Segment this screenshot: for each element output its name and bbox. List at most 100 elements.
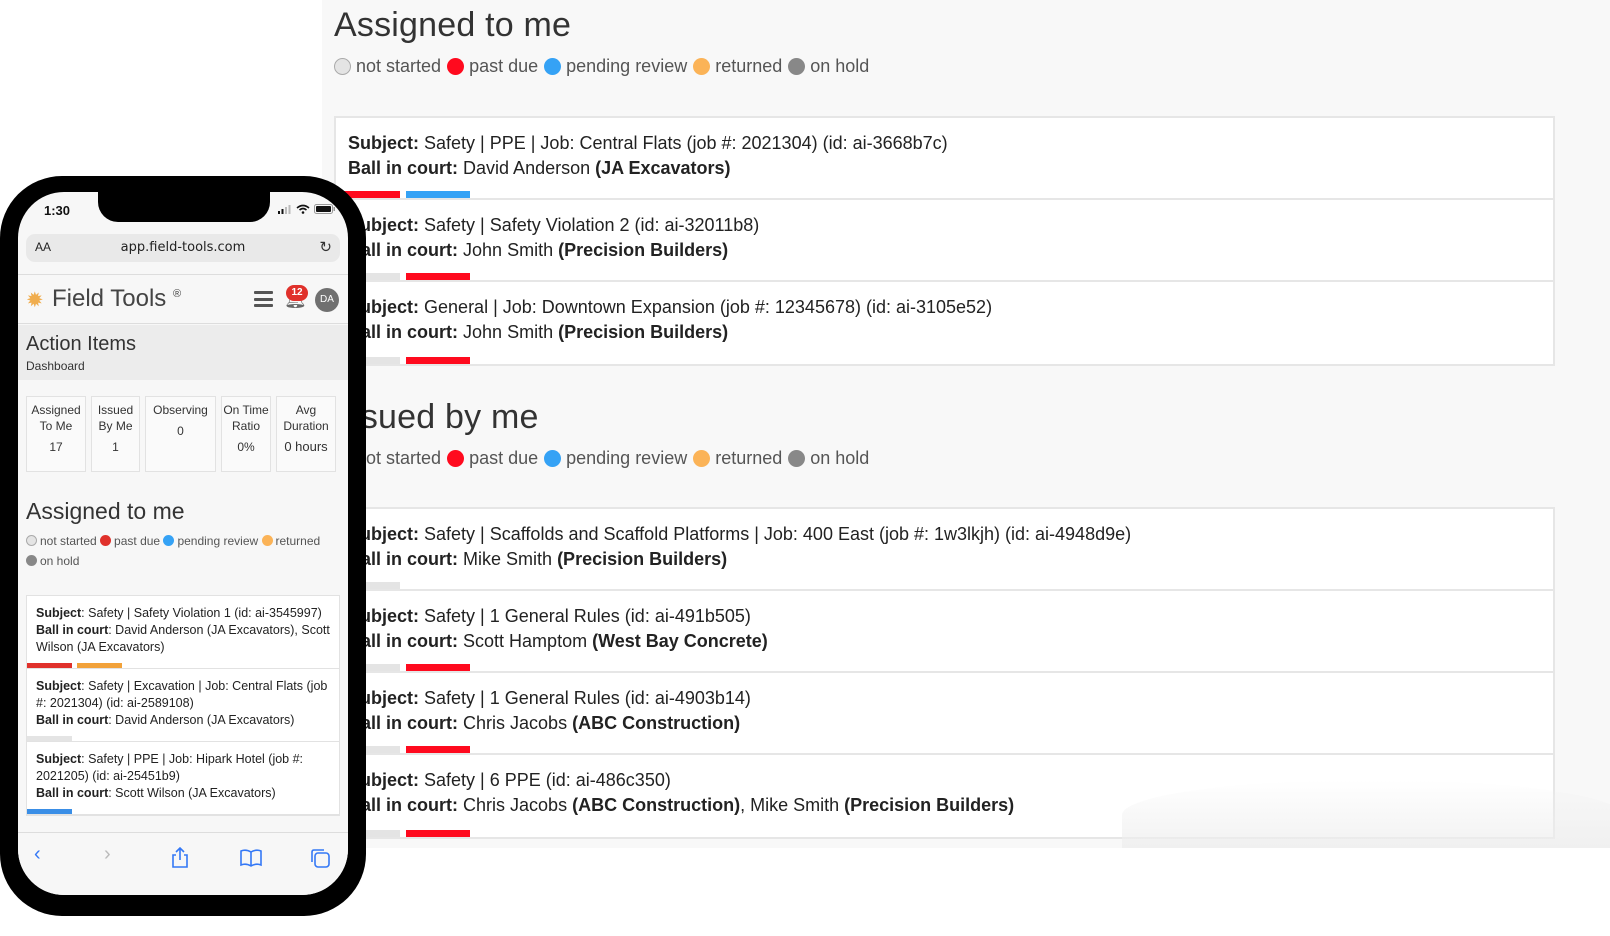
legend-dot-past-due-icon bbox=[447, 450, 465, 467]
phone-frame: 1:30 AA app.field-tools.com ↻ ✹ Field To… bbox=[0, 176, 366, 916]
stat-value: 0 bbox=[177, 424, 184, 438]
stat-value: 17 bbox=[49, 440, 63, 454]
tabs-icon[interactable] bbox=[310, 848, 330, 868]
legend-label: returned bbox=[715, 448, 783, 468]
registered-mark: ® bbox=[172, 288, 182, 300]
breadcrumb[interactable]: Dashboard bbox=[26, 359, 85, 373]
ball-in-court-line: Ball in court: John Smith (Precision Bui… bbox=[348, 238, 1541, 263]
menu-icon[interactable] bbox=[254, 291, 273, 307]
phone-notch bbox=[98, 192, 270, 222]
ball-in-court-name: Chris Jacobs bbox=[463, 795, 568, 815]
status-legend: not started past due pending review returne… bbox=[334, 56, 875, 77]
shadow-overlay bbox=[1122, 780, 1610, 848]
stat-value: 0% bbox=[237, 440, 255, 454]
reload-icon[interactable]: ↻ bbox=[319, 238, 332, 256]
url-text[interactable]: app.field-tools.com bbox=[26, 240, 340, 255]
stat-label: Assigned To Me bbox=[31, 403, 81, 433]
address-bar[interactable]: AA app.field-tools.com ↻ bbox=[26, 234, 340, 262]
app-logo[interactable]: Field Tools ® bbox=[52, 285, 181, 313]
legend-dot-not-started-icon bbox=[334, 58, 351, 75]
subject-line: Subject: Safety | PPE | Job: Hipark Hote… bbox=[36, 751, 330, 785]
subject-line: Subject: Safety | PPE | Job: Central Fla… bbox=[348, 131, 1541, 156]
stat-on-time-ratio[interactable]: On Time Ratio 0% bbox=[221, 396, 271, 472]
ball-in-court-company: (JA Excavators) bbox=[595, 158, 731, 178]
status-bar-past-due bbox=[406, 830, 470, 837]
ball-in-court-line: Ball in court: Scott Hamptom (West Bay C… bbox=[348, 629, 1541, 654]
subject-text: Safety | 1 General Rules (id: ai-4903b14… bbox=[424, 688, 751, 708]
ball-in-court-name: David Anderson bbox=[463, 158, 591, 178]
ball-in-court-name: Mike Smith bbox=[463, 549, 553, 569]
ball-in-court-name: , Mike Smith bbox=[740, 795, 840, 815]
legend-label: pending review bbox=[566, 448, 688, 468]
status-icons bbox=[278, 204, 336, 214]
ball-in-court-name: Chris Jacobs bbox=[463, 713, 568, 733]
status-bar-mobile-returned bbox=[77, 663, 122, 668]
status-bar-mobile-past-due bbox=[27, 663, 72, 668]
legend-dot-returned-icon bbox=[693, 58, 711, 75]
subject-label: Subject bbox=[36, 606, 82, 620]
stat-label: Avg Duration bbox=[283, 403, 329, 433]
mobile-status-legend: not started past due pending review retu… bbox=[26, 531, 326, 571]
bookmarks-icon[interactable] bbox=[240, 849, 262, 867]
ball-in-court-company: (ABC Construction) bbox=[572, 713, 741, 733]
stat-avg-duration[interactable]: Avg Duration 0 hours bbox=[276, 396, 336, 472]
forward-icon[interactable]: › bbox=[104, 843, 111, 866]
ball-in-court-company: (Precision Builders) bbox=[557, 549, 728, 569]
legend-dot-returned-icon bbox=[261, 535, 273, 546]
phone-screen: 1:30 AA app.field-tools.com ↻ ✹ Field To… bbox=[18, 192, 348, 895]
signal-icon bbox=[278, 204, 291, 214]
action-item-card[interactable]: Subject: Safety | Safety Violation 2 (id… bbox=[336, 200, 1553, 282]
ball-in-court-line: Ball in court: David Anderson (JA Excava… bbox=[348, 156, 1541, 181]
action-item-card[interactable]: Subject: Safety | Scaffolds and Scaffold… bbox=[336, 509, 1553, 591]
legend-dot-past-due-icon bbox=[100, 535, 112, 546]
mobile-section-title: Assigned to me bbox=[26, 498, 185, 524]
stat-value: 1 bbox=[112, 440, 119, 454]
subject-text: Safety | PPE | Job: Central Flats (job #… bbox=[424, 133, 948, 153]
action-item-card[interactable]: Subject: Safety | 1 General Rules (id: a… bbox=[336, 673, 1553, 755]
subject-line: Subject: Safety | Safety Violation 1 (id… bbox=[36, 605, 330, 622]
action-item-card[interactable]: Subject: Safety | PPE | Job: Hipark Hote… bbox=[27, 742, 339, 815]
ball-in-court-label: Ball in court bbox=[36, 786, 109, 800]
ball-in-court-line: Ball in court: Scott Wilson (JA Excavato… bbox=[36, 785, 330, 802]
subject-line: Subject: Safety | 1 General Rules (id: a… bbox=[348, 686, 1541, 711]
legend-dot-pending-review-icon bbox=[163, 535, 175, 546]
ball-in-court-line: Ball in court: David Anderson (JA Excava… bbox=[36, 712, 330, 729]
ball-in-court-line: Ball in court: Mike Smith (Precision Bui… bbox=[348, 547, 1541, 572]
stat-label: Observing bbox=[153, 403, 208, 417]
app-header: ✹ Field Tools ® 🔔︎ 12 DA bbox=[18, 274, 348, 324]
legend-label: returned bbox=[715, 56, 783, 76]
legend-label: past due bbox=[114, 534, 161, 548]
back-icon[interactable]: ‹ bbox=[34, 843, 41, 866]
action-item-card[interactable]: Subject: General | Job: Downtown Expansi… bbox=[336, 282, 1553, 364]
action-item-card[interactable]: Subject: Safety | PPE | Job: Central Fla… bbox=[336, 118, 1553, 200]
subject-line: Subject: General | Job: Downtown Expansi… bbox=[348, 295, 1541, 320]
browser-toolbar: ‹ › bbox=[18, 832, 348, 895]
legend-dot-not-started-icon bbox=[26, 535, 37, 546]
subject-text: Safety | Scaffolds and Scaffold Platform… bbox=[424, 524, 1132, 544]
action-item-card[interactable]: Subject: Safety | 1 General Rules (id: a… bbox=[336, 591, 1553, 673]
legend-label: pending review bbox=[177, 534, 259, 548]
status-bars bbox=[27, 663, 122, 668]
subject-line: Subject: Safety | Excavation | Job: Cent… bbox=[36, 678, 330, 712]
ball-in-court-text: : David Anderson (JA Excavators) bbox=[108, 713, 295, 727]
subject-text: Safety | 6 PPE (id: ai-486c350) bbox=[424, 770, 671, 790]
subject-label: Subject bbox=[36, 679, 82, 693]
ball-in-court-name: Scott Hamptom bbox=[463, 631, 588, 651]
subject-label: Subject bbox=[36, 752, 82, 766]
ball-in-court-text: : Scott Wilson (JA Excavators) bbox=[108, 786, 276, 800]
action-item-card[interactable]: Subject: Safety | Excavation | Job: Cent… bbox=[27, 669, 339, 742]
stat-issued-by-me[interactable]: Issued By Me 1 bbox=[91, 396, 140, 472]
legend-dot-returned-icon bbox=[693, 450, 711, 467]
avatar[interactable]: DA bbox=[315, 288, 339, 312]
ball-in-court-label: Ball in court: bbox=[348, 158, 459, 178]
legend-label: not started bbox=[356, 448, 442, 468]
legend-label: pending review bbox=[566, 56, 688, 76]
page-title: Action Items bbox=[26, 333, 137, 355]
stat-observing[interactable]: Observing 0 bbox=[145, 396, 216, 472]
action-item-card[interactable]: Subject: Safety | Safety Violation 1 (id… bbox=[27, 596, 339, 669]
assigned-list: Subject: Safety | PPE | Job: Central Fla… bbox=[334, 116, 1555, 366]
stat-assigned-to-me[interactable]: Assigned To Me 17 bbox=[26, 396, 86, 472]
ball-in-court-company: (Precision Builders) bbox=[558, 240, 729, 260]
subject-text: Safety | 1 General Rules (id: ai-491b505… bbox=[424, 606, 751, 626]
share-icon[interactable] bbox=[171, 847, 189, 869]
